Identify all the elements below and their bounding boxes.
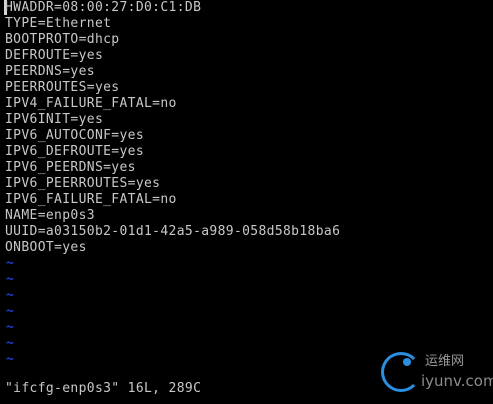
status-line: "ifcfg-enp0s3" 16L, 289C: [5, 381, 202, 396]
watermark-ring-icon: [381, 352, 421, 392]
file-line-14: NAME=enp0s3: [5, 208, 95, 223]
file-line-2: TYPE=Ethernet: [5, 16, 112, 31]
file-line-6: PEERROUTES=yes: [5, 80, 120, 95]
empty-line-marker: ~: [6, 336, 14, 351]
file-line-12: IPV6_PEERROUTES=yes: [5, 176, 161, 191]
file-line-3: BOOTPROTO=dhcp: [5, 32, 120, 47]
empty-line-marker: ~: [6, 352, 14, 367]
file-line-16: ONBOOT=yes: [5, 240, 87, 255]
empty-line-marker: ~: [6, 256, 14, 271]
vi-editor-terminal[interactable]: HWADDR=08:00:27:D0:C1:DB TYPE=Ethernet B…: [0, 0, 493, 404]
empty-line-marker: ~: [6, 272, 14, 287]
file-line-9: IPV6_AUTOCONF=yes: [5, 128, 145, 143]
empty-line-marker: ~: [6, 320, 14, 335]
file-line-7: IPV4_FAILURE_FATAL=no: [5, 96, 177, 111]
file-line-10: IPV6_DEFROUTE=yes: [5, 144, 145, 159]
file-line-1: HWADDR=08:00:27:D0:C1:DB: [5, 0, 202, 15]
file-line-11: IPV6_PEERDNS=yes: [5, 160, 136, 175]
watermark-cn-text: 运维网: [425, 354, 465, 369]
empty-line-marker: ~: [6, 304, 14, 319]
watermark-dot-icon: [403, 358, 411, 366]
file-line-5: PEERDNS=yes: [5, 64, 95, 79]
file-line-15: UUID=a03150b2-01d1-42a5-a989-058d58b18ba…: [5, 224, 341, 239]
file-line-8: IPV6INIT=yes: [5, 112, 104, 127]
empty-line-marker: ~: [6, 288, 14, 303]
file-line-13: IPV6_FAILURE_FATAL=no: [5, 192, 177, 207]
file-line-4: DEFROUTE=yes: [5, 48, 104, 63]
watermark-logo: 运维网 iyunv.com: [381, 348, 493, 400]
watermark-url-text: iyunv.com: [421, 372, 493, 390]
